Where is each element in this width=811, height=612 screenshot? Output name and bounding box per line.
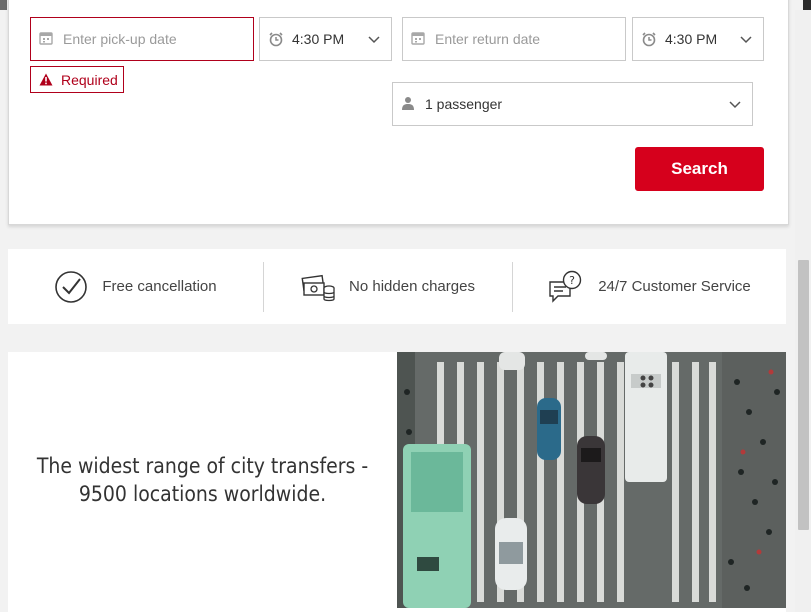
warning-icon: [39, 73, 53, 86]
chevron-down-icon: [367, 32, 381, 46]
passenger-select[interactable]: 1 passenger: [392, 82, 753, 126]
scroll-edge-right: [803, 0, 811, 10]
feature-no-hidden-charges: No hidden charges: [264, 249, 512, 324]
promo-line-1: The widest range of city transfers -: [36, 454, 369, 478]
chevron-down-icon: [728, 97, 742, 111]
feature-customer-service: ? 24/7 Customer Service: [513, 249, 786, 324]
calendar-icon: [39, 31, 55, 47]
search-button[interactable]: Search: [635, 147, 764, 191]
pickup-date-placeholder: Enter pick-up date: [63, 31, 177, 47]
return-time-select[interactable]: 4:30 PM: [632, 17, 764, 61]
required-label: Required: [61, 71, 118, 88]
feature-label: 24/7 Customer Service: [598, 278, 751, 295]
pickup-time-select[interactable]: 4:30 PM: [259, 17, 392, 61]
promo-line-2: 9500 locations worldwide.: [78, 482, 327, 506]
person-icon: [401, 96, 417, 112]
scrollbar-thumb[interactable]: [798, 260, 809, 530]
required-error: Required: [30, 66, 124, 93]
promo-section: The widest range of city transfers - 950…: [8, 352, 786, 612]
alarm-clock-icon: [268, 31, 284, 47]
street-illustration: [397, 352, 786, 608]
pickup-date-field[interactable]: Enter pick-up date: [30, 17, 254, 61]
promo-headline: The widest range of city transfers - 950…: [8, 352, 397, 608]
feature-free-cancellation: Free cancellation: [8, 249, 263, 324]
feature-label: No hidden charges: [349, 278, 475, 295]
vertical-scrollbar[interactable]: [795, 10, 811, 612]
passenger-value: 1 passenger: [425, 96, 503, 112]
alarm-clock-icon: [641, 31, 657, 47]
return-time-value: 4:30 PM: [665, 31, 718, 47]
check-circle-icon: [55, 270, 88, 303]
scroll-edge-left: [0, 0, 7, 10]
feature-label: Free cancellation: [102, 278, 217, 295]
features-bar: Free cancellation No hidden charges ? 24…: [8, 249, 786, 324]
pickup-time-value: 4:30 PM: [292, 31, 345, 47]
return-date-field[interactable]: Enter return date: [402, 17, 626, 61]
calendar-icon: [411, 31, 427, 47]
city-street-aerial-image: [397, 352, 786, 608]
money-icon: [301, 274, 335, 301]
return-date-placeholder: Enter return date: [435, 31, 541, 47]
chat-question-icon: ?: [549, 270, 582, 303]
chevron-down-icon: [739, 32, 753, 46]
svg-text:?: ?: [569, 274, 575, 287]
